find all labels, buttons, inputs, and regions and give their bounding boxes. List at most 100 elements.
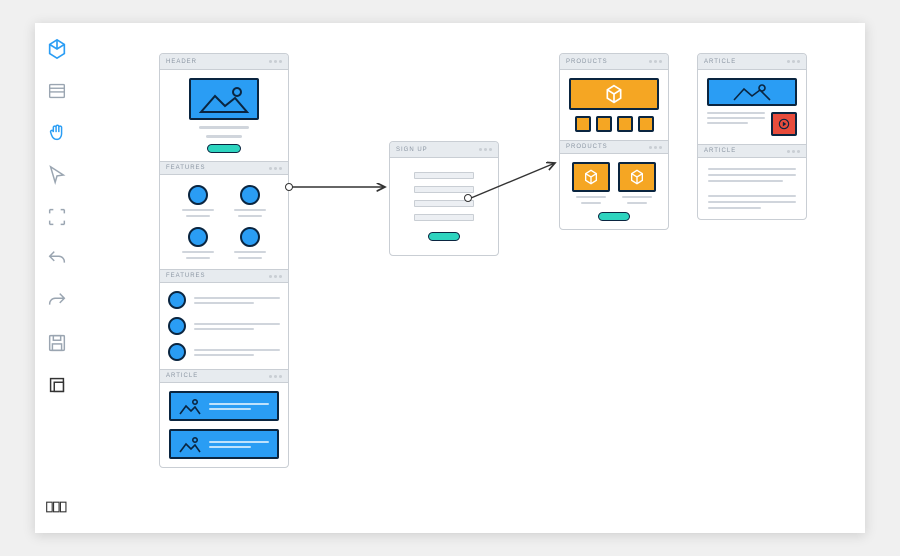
traffic-dots — [787, 60, 800, 63]
traffic-dots — [649, 146, 662, 149]
article-card — [169, 391, 279, 421]
text-line — [234, 209, 266, 211]
frame-products[interactable]: PRODUCTS PRODUCTS — [559, 53, 669, 230]
assets-icon[interactable] — [45, 37, 69, 61]
text-line — [194, 328, 254, 330]
cta-button — [207, 144, 241, 153]
hand-icon[interactable] — [45, 121, 69, 145]
cta-button — [598, 212, 630, 221]
feature-icon — [168, 343, 186, 361]
subheader-products2: PRODUCTS — [560, 140, 668, 154]
text-line — [581, 202, 601, 204]
feature-icon — [188, 227, 208, 247]
text-line — [194, 349, 280, 351]
product-card — [618, 162, 656, 192]
text-line — [194, 297, 280, 299]
traffic-dots — [787, 150, 800, 153]
feature-icon — [168, 291, 186, 309]
text-line — [708, 174, 796, 176]
section-title: PRODUCTS — [566, 144, 608, 150]
text-line — [622, 196, 652, 198]
section-article — [160, 383, 288, 467]
product-thumb — [596, 116, 612, 132]
section-features2 — [160, 283, 288, 369]
text-line — [576, 196, 606, 198]
input-field — [414, 186, 474, 193]
text-line — [707, 122, 748, 124]
connector-handle[interactable] — [285, 183, 293, 191]
text-line — [186, 257, 210, 259]
frame-header-main: HEADER — [160, 54, 288, 70]
frame-title: HEADER — [166, 59, 197, 65]
canvas[interactable]: HEADER FEATURES — [79, 23, 865, 533]
wireframe-icon[interactable] — [45, 79, 69, 103]
section-title: FEATURES — [166, 165, 206, 171]
text-line — [238, 257, 262, 259]
frame-icon[interactable] — [45, 205, 69, 229]
text-line — [194, 323, 280, 325]
redo-icon[interactable] — [45, 289, 69, 313]
feature-icon — [240, 185, 260, 205]
products-top — [560, 70, 668, 140]
text-line — [707, 112, 765, 114]
frame-header-products: PRODUCTS — [560, 54, 668, 70]
play-button — [771, 112, 797, 136]
section-title: FEATURES — [166, 273, 206, 279]
inspect-icon[interactable] — [45, 495, 69, 519]
product-thumb — [617, 116, 633, 132]
submit-button — [428, 232, 460, 241]
text-line — [708, 168, 796, 170]
pointer-icon[interactable] — [45, 163, 69, 187]
text-line — [708, 180, 783, 182]
text-line — [186, 215, 210, 217]
section-title: ARTICLE — [704, 148, 736, 154]
frame-header-signup: SIGN UP — [390, 142, 498, 158]
products-bottom — [560, 154, 668, 229]
product-hero — [569, 78, 659, 110]
article-card — [169, 429, 279, 459]
product-card — [572, 162, 610, 192]
traffic-dots — [269, 275, 282, 278]
hero-image — [189, 78, 259, 120]
subheader-article2: ARTICLE — [698, 144, 806, 158]
subheader-article: ARTICLE — [160, 369, 288, 383]
frame-article[interactable]: ARTICLE ARTI — [697, 53, 807, 220]
traffic-dots — [479, 148, 492, 151]
undo-icon[interactable] — [45, 247, 69, 271]
subheader-features2: FEATURES — [160, 269, 288, 283]
text-line — [199, 126, 249, 129]
feature-icon — [240, 227, 260, 247]
signup-form — [390, 158, 498, 255]
frame-main[interactable]: HEADER FEATURES — [159, 53, 289, 468]
connector-handle[interactable] — [464, 194, 472, 202]
section-header — [160, 70, 288, 161]
text-line — [708, 201, 796, 203]
text-line — [194, 354, 254, 356]
frame-title: ARTICLE — [704, 59, 736, 65]
text-line — [707, 117, 765, 119]
save-icon[interactable] — [45, 331, 69, 355]
input-field — [414, 172, 474, 179]
article-image — [707, 78, 797, 106]
frame-header-article: ARTICLE — [698, 54, 806, 70]
feature-icon — [188, 185, 208, 205]
traffic-dots — [269, 167, 282, 170]
section-features1 — [160, 175, 288, 269]
frame-title: SIGN UP — [396, 147, 428, 153]
frame-title: PRODUCTS — [566, 59, 608, 65]
product-thumb — [638, 116, 654, 132]
traffic-dots — [269, 60, 282, 63]
frame-signup[interactable]: SIGN UP — [389, 141, 499, 256]
traffic-dots — [269, 375, 282, 378]
article-top — [698, 70, 806, 144]
text-line — [238, 215, 262, 217]
article-body — [698, 158, 806, 219]
text-line — [206, 135, 242, 138]
product-thumb — [575, 116, 591, 132]
text-line — [708, 195, 796, 197]
traffic-dots — [649, 60, 662, 63]
subheader-features1: FEATURES — [160, 161, 288, 175]
toolbar — [35, 23, 79, 533]
artboard-icon[interactable] — [45, 373, 69, 397]
text-line — [627, 202, 647, 204]
